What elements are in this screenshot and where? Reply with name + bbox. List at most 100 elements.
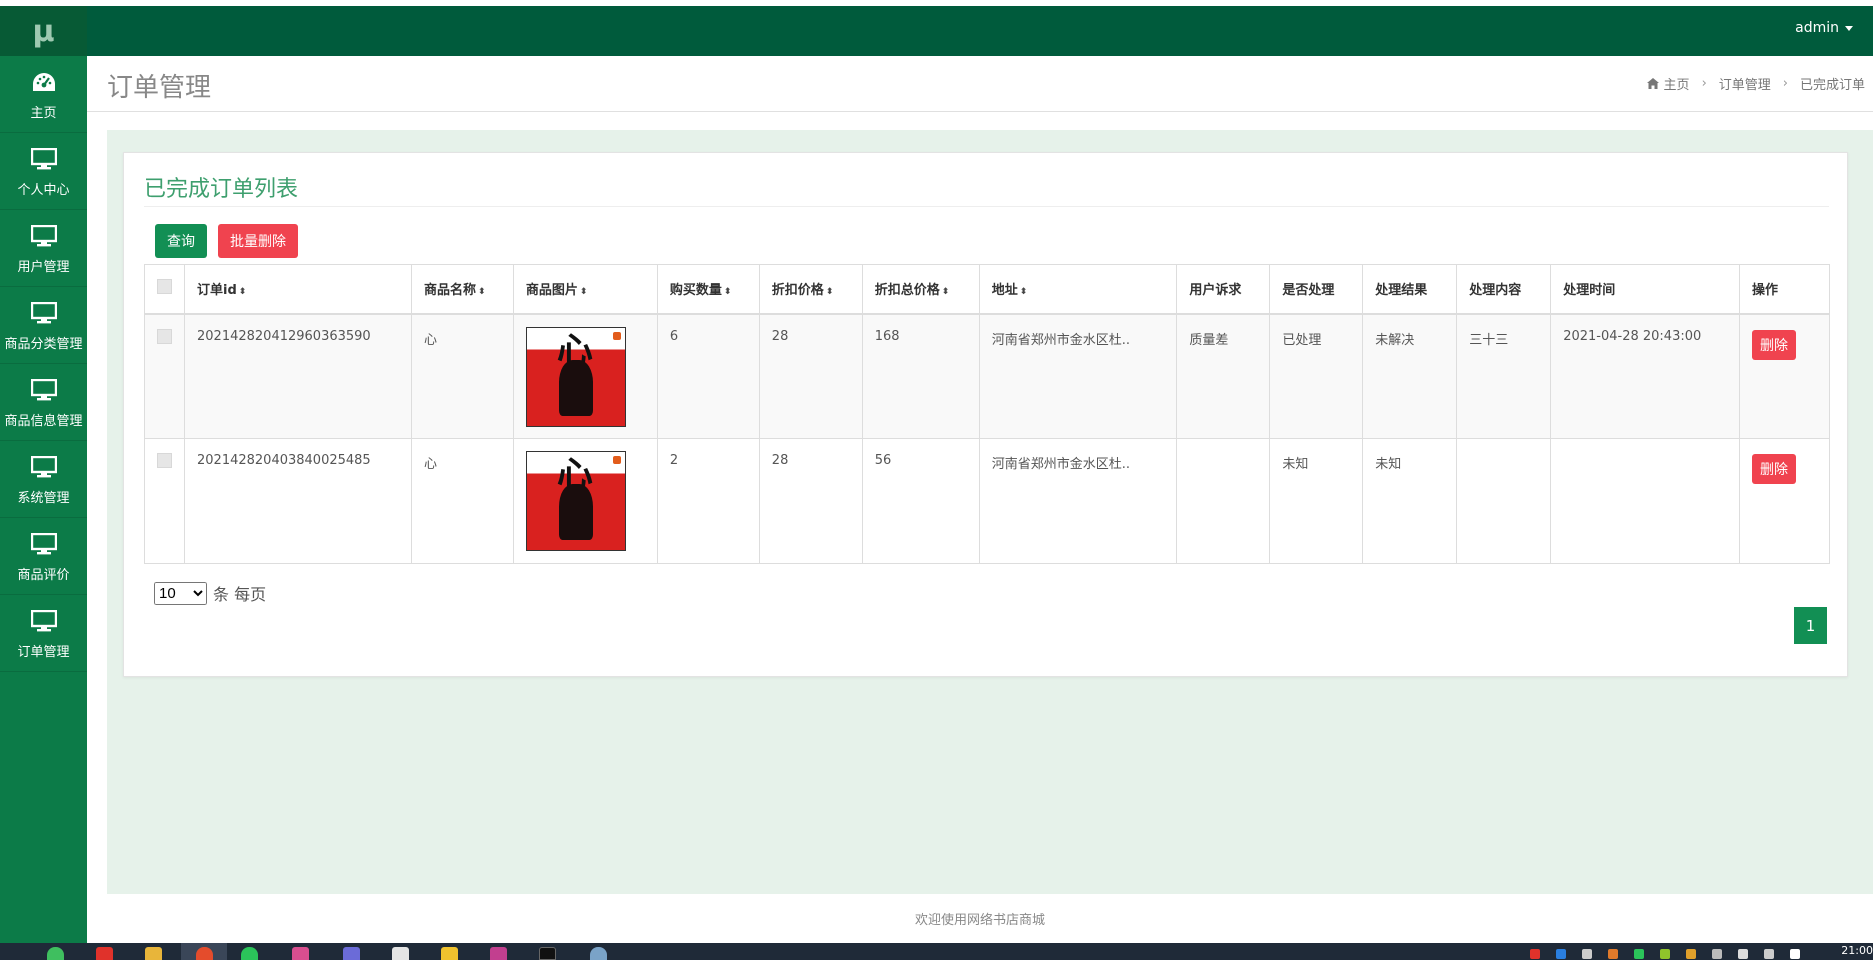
column-header-label: 处理结果 [1375, 283, 1428, 299]
column-header-label: 是否处理 [1282, 283, 1335, 299]
sort-icon[interactable]: ⬍ [580, 287, 588, 297]
cell-value: 202142820412960363590 [197, 328, 371, 344]
sidebar: μ 主页 个人中心 用户管理 商品分类管理 商品信息管理 系统管理 商品评价 订单管理 [0, 6, 87, 943]
breadcrumb-home[interactable]: 主页 [1664, 74, 1690, 93]
chat-icon[interactable] [241, 947, 258, 960]
cell-processed: 未知 [1269, 438, 1364, 564]
tray-icon[interactable] [1634, 949, 1644, 959]
sort-icon[interactable]: ⬍ [478, 287, 486, 297]
cell-value: 168 [874, 328, 900, 344]
batch-delete-button[interactable]: 批量删除 [218, 224, 298, 258]
app-icon[interactable] [441, 947, 458, 960]
sort-icon[interactable]: ⬍ [1020, 287, 1028, 297]
sidebar-item-6[interactable]: 商品评价 [0, 518, 87, 595]
user-menu[interactable]: admin [1795, 20, 1853, 36]
column-header-12: 操作 [1738, 264, 1831, 315]
cell-price: 28 [758, 313, 863, 439]
sort-icon[interactable]: ⬍ [826, 287, 834, 297]
cell-quantity: 2 [656, 438, 760, 564]
folder-icon[interactable] [145, 947, 162, 960]
column-header-label: 处理内容 [1469, 283, 1522, 299]
page-size-select[interactable]: 10 [154, 581, 207, 605]
column-header-2[interactable]: 商品图片 ⬍ [512, 264, 658, 315]
tray-icon[interactable] [1764, 949, 1774, 959]
tray-icon[interactable] [1530, 949, 1540, 959]
select-all-cell [144, 264, 185, 315]
sidebar-item-2[interactable]: 用户管理 [0, 210, 87, 287]
clock: 21:00 [1841, 944, 1873, 957]
column-header-0[interactable]: 订单id ⬍ [184, 264, 412, 315]
cell-value: 202142820403840025485 [197, 453, 371, 468]
sidebar-item-4[interactable]: 商品信息管理 [0, 364, 87, 441]
tray-icon[interactable] [1790, 949, 1800, 959]
app-icon[interactable] [96, 947, 113, 960]
tray-icon[interactable] [1608, 949, 1618, 959]
monitor-icon [30, 453, 57, 481]
order-list-card: 已完成订单列表 查询 批量删除 订单id ⬍ 商品名称 ⬍ 商品图片 ⬍ 购买数量 ⬍ 折扣价格… [123, 152, 1848, 677]
sort-icon[interactable]: ⬍ [239, 287, 247, 297]
row-select-cell [144, 438, 185, 564]
cell-value: 河南省郑州市金水区杜.. [991, 332, 1130, 348]
notepad-icon[interactable] [392, 947, 409, 960]
content-area: 已完成订单列表 查询 批量删除 订单id ⬍ 商品名称 ⬍ 商品图片 ⬍ 购买数量 ⬍ 折扣价格… [107, 130, 1873, 894]
column-header-5[interactable]: 折扣总价格 ⬍ [861, 264, 980, 315]
sort-icon[interactable]: ⬍ [724, 287, 732, 297]
tray-icon[interactable] [1738, 949, 1748, 959]
footer: 欢迎使用网络书店商城 [87, 894, 1873, 943]
app-icon[interactable] [343, 947, 360, 960]
cell-value: 质量差 [1189, 332, 1229, 348]
breadcrumb-orders[interactable]: 订单管理 [1719, 74, 1771, 93]
page-button-1[interactable]: 1 [1794, 607, 1827, 644]
breadcrumb: 主页 › 订单管理 › 已完成订单 [1646, 74, 1865, 93]
cell-value: 已处理 [1282, 332, 1322, 348]
row-checkbox[interactable] [157, 453, 172, 468]
cell-value: 2021-04-28 20:43:00 [1563, 328, 1702, 344]
cell-value: 28 [771, 453, 789, 468]
terminal-icon[interactable] [539, 947, 556, 960]
tray-icon[interactable] [1582, 949, 1592, 959]
sort-icon[interactable]: ⬍ [942, 287, 950, 297]
breadcrumb-current: 已完成订单 [1799, 78, 1865, 93]
sidebar-item-3[interactable]: 商品分类管理 [0, 287, 87, 364]
delete-button[interactable]: 删除 [1751, 454, 1796, 484]
monitor-icon [30, 530, 57, 558]
cell-image: 心 [512, 438, 658, 564]
app-icon[interactable] [590, 947, 607, 960]
sidebar-item-5[interactable]: 系统管理 [0, 441, 87, 518]
cell-result: 未知 [1362, 438, 1458, 564]
cell-address: 河南省郑州市金水区杜.. [978, 438, 1178, 564]
delete-button[interactable]: 删除 [1751, 329, 1796, 360]
publisher-logo-icon [612, 456, 621, 464]
tray-icon[interactable] [1556, 949, 1566, 959]
app-icon[interactable] [292, 947, 309, 960]
sidebar-item-7[interactable]: 订单管理 [0, 595, 87, 672]
tray-icon[interactable] [1686, 949, 1696, 959]
cell-time [1550, 438, 1740, 564]
wechat-icon[interactable] [47, 947, 64, 960]
cell-value: 心 [423, 457, 437, 472]
tray-icon[interactable] [1660, 949, 1670, 959]
row-checkbox[interactable] [157, 328, 172, 344]
taskbar: 21:00 [0, 943, 1873, 960]
tray-icon[interactable] [1712, 949, 1722, 959]
cell-value: 2 [669, 453, 679, 468]
page-header: 订单管理 主页 › 订单管理 › 已完成订单 [87, 56, 1873, 112]
sidebar-item-1[interactable]: 个人中心 [0, 133, 87, 210]
sidebar-item-label: 商品分类管理 [4, 336, 83, 352]
select-all-checkbox[interactable] [157, 279, 172, 295]
column-header-1[interactable]: 商品名称 ⬍ [410, 264, 514, 315]
table-row: 202142820403840025485 心 心 2 28 56 河南省郑州市金水区杜..… [144, 438, 1831, 564]
column-header-label: 处理时间 [1563, 283, 1616, 299]
browser-icon[interactable] [196, 947, 213, 960]
column-header-4[interactable]: 折扣价格 ⬍ [758, 264, 863, 315]
per-page-label: 条 每页 [213, 585, 267, 604]
column-header-3[interactable]: 购买数量 ⬍ [656, 264, 760, 315]
column-header-label: 地址 [991, 283, 1018, 299]
sidebar-item-label: 系统管理 [17, 490, 70, 506]
ide-icon[interactable] [490, 947, 507, 960]
column-header-6[interactable]: 地址 ⬍ [978, 264, 1178, 315]
user-name: admin [1795, 20, 1839, 36]
sidebar-item-0[interactable]: 主页 [0, 56, 87, 133]
column-header-label: 订单id [197, 283, 237, 299]
query-button[interactable]: 查询 [155, 224, 207, 258]
